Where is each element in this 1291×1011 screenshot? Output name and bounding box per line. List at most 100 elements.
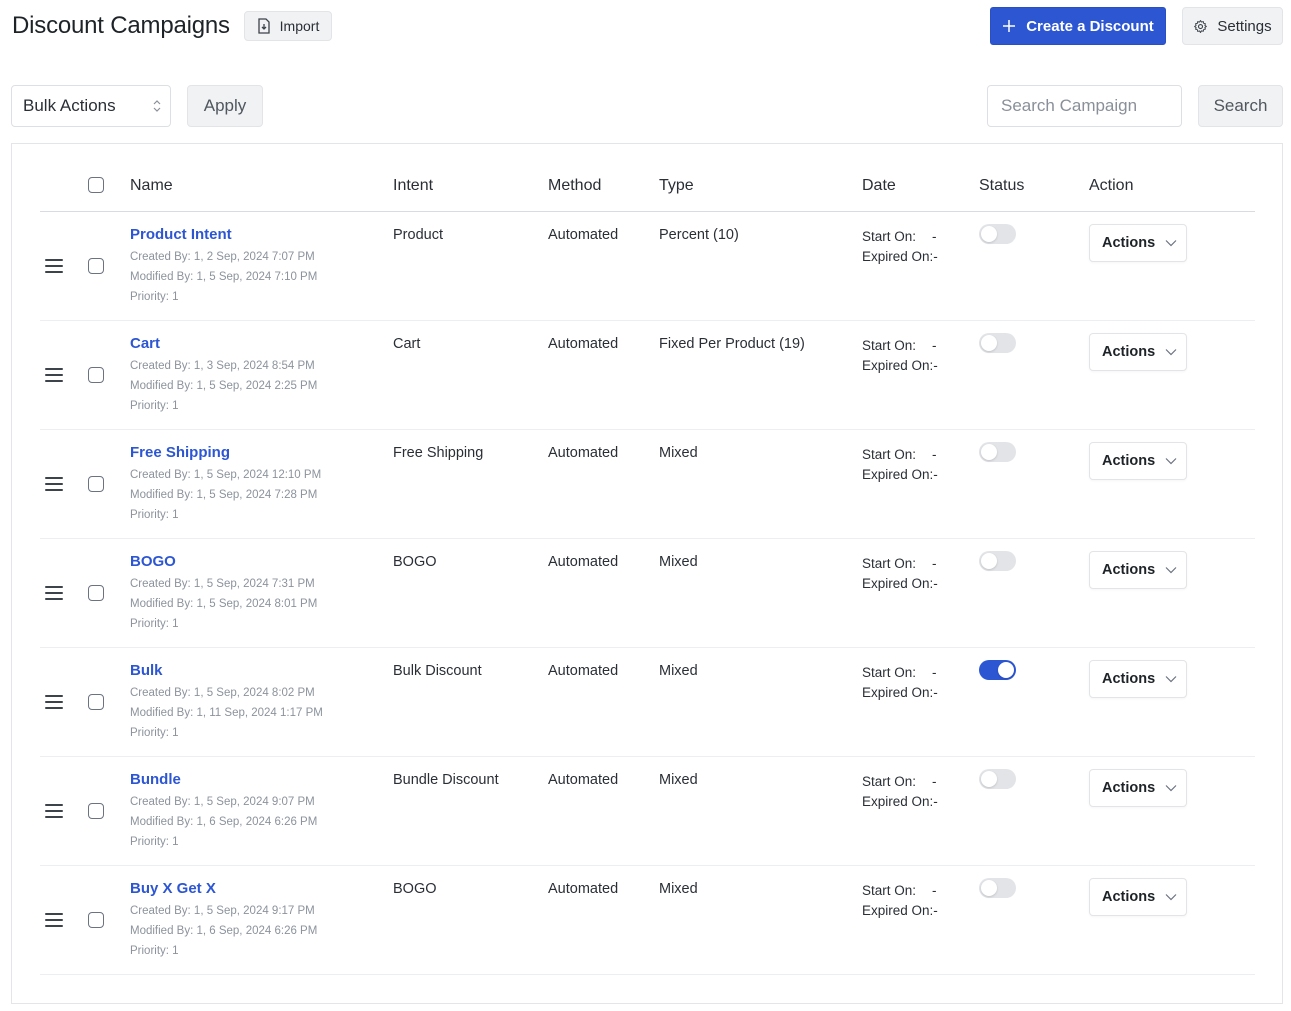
campaign-name-link[interactable]: Buy X Get X <box>130 880 216 897</box>
page-title: Discount Campaigns <box>12 12 230 39</box>
table-row: Bundle Created By: 1, 5 Sep, 2024 9:07 P… <box>40 757 1255 866</box>
campaign-name-link[interactable]: Bundle <box>130 771 181 788</box>
date-cell: Start On: - Expired On:- <box>862 772 938 812</box>
intent-cell: Bundle Discount <box>393 772 499 788</box>
created-by-text: Created By: 1, 5 Sep, 2024 12:10 PM <box>130 469 322 481</box>
priority-text: Priority: 1 <box>130 291 179 303</box>
start-on-label: Start On: <box>862 338 917 353</box>
row-checkbox[interactable] <box>88 258 104 274</box>
actions-label: Actions <box>1102 671 1156 687</box>
row-checkbox[interactable] <box>88 912 104 928</box>
table-header: Name Intent Method Type Date Status Acti… <box>40 144 1255 212</box>
expired-on-label: Expired On: <box>862 467 934 482</box>
apply-button[interactable]: Apply <box>187 85 263 127</box>
drag-handle-icon[interactable] <box>45 586 63 600</box>
chevron-down-icon <box>1165 240 1177 247</box>
actions-dropdown-button[interactable]: Actions <box>1089 551 1187 589</box>
method-cell: Automated <box>548 554 619 570</box>
column-header-name[interactable]: Name <box>130 177 173 195</box>
campaign-name-link[interactable]: Product Intent <box>130 226 232 243</box>
table-row: Buy X Get X Created By: 1, 5 Sep, 2024 9… <box>40 866 1255 975</box>
actions-dropdown-button[interactable]: Actions <box>1089 224 1187 262</box>
priority-text: Priority: 1 <box>130 400 179 412</box>
chevron-down-icon <box>1165 894 1177 901</box>
chevron-down-icon <box>1165 567 1177 574</box>
start-on-label: Start On: <box>862 229 917 244</box>
status-toggle[interactable] <box>979 769 1016 789</box>
row-checkbox[interactable] <box>88 476 104 492</box>
type-cell: Mixed <box>659 445 698 461</box>
type-cell: Mixed <box>659 663 698 679</box>
method-cell: Automated <box>548 336 619 352</box>
actions-label: Actions <box>1102 344 1156 360</box>
date-cell: Start On: - Expired On:- <box>862 336 938 376</box>
search-button[interactable]: Search <box>1198 85 1283 127</box>
type-cell: Percent (10) <box>659 227 739 243</box>
bulk-actions-value: Bulk Actions <box>23 96 116 115</box>
actions-dropdown-button[interactable]: Actions <box>1089 878 1187 916</box>
row-checkbox[interactable] <box>88 803 104 819</box>
modified-by-text: Modified By: 1, 5 Sep, 2024 8:01 PM <box>130 598 318 610</box>
intent-cell: Free Shipping <box>393 445 484 461</box>
settings-label: Settings <box>1217 17 1272 35</box>
start-on-label: Start On: <box>862 883 917 898</box>
method-cell: Automated <box>548 445 619 461</box>
actions-dropdown-button[interactable]: Actions <box>1089 769 1187 807</box>
bulk-actions-select[interactable]: Bulk Actions <box>11 85 171 127</box>
modified-by-text: Modified By: 1, 6 Sep, 2024 6:26 PM <box>130 925 318 937</box>
drag-handle-icon[interactable] <box>45 368 63 382</box>
drag-handle-icon[interactable] <box>45 477 63 491</box>
actions-dropdown-button[interactable]: Actions <box>1089 660 1187 698</box>
created-by-text: Created By: 1, 2 Sep, 2024 7:07 PM <box>130 251 315 263</box>
actions-label: Actions <box>1102 889 1156 905</box>
actions-dropdown-button[interactable]: Actions <box>1089 442 1187 480</box>
status-toggle[interactable] <box>979 224 1016 244</box>
campaign-name-link[interactable]: Bulk <box>130 662 163 679</box>
status-toggle[interactable] <box>979 660 1016 680</box>
table-row: Product Intent Created By: 1, 2 Sep, 202… <box>40 212 1255 321</box>
start-on-label: Start On: <box>862 447 917 462</box>
campaign-name-link[interactable]: Free Shipping <box>130 444 230 461</box>
drag-handle-icon[interactable] <box>45 913 63 927</box>
status-toggle[interactable] <box>979 333 1016 353</box>
actions-label: Actions <box>1102 453 1156 469</box>
import-label: Import <box>279 18 320 34</box>
settings-button[interactable]: Settings <box>1182 7 1283 45</box>
method-cell: Automated <box>548 772 619 788</box>
drag-handle-icon[interactable] <box>45 695 63 709</box>
drag-handle-icon[interactable] <box>45 804 63 818</box>
select-all-checkbox[interactable] <box>88 177 104 193</box>
status-toggle[interactable] <box>979 442 1016 462</box>
expired-on-value: - <box>933 576 938 591</box>
table-row: Bulk Created By: 1, 5 Sep, 2024 8:02 PM … <box>40 648 1255 757</box>
expired-on-label: Expired On: <box>862 358 934 373</box>
search-campaign-input[interactable] <box>987 85 1182 127</box>
actions-dropdown-button[interactable]: Actions <box>1089 333 1187 371</box>
expired-on-label: Expired On: <box>862 794 934 809</box>
status-toggle[interactable] <box>979 551 1016 571</box>
intent-cell: Product <box>393 227 443 243</box>
row-checkbox[interactable] <box>88 585 104 601</box>
create-discount-button[interactable]: Create a Discount <box>990 7 1166 45</box>
toggle-knob <box>981 226 997 242</box>
created-by-text: Created By: 1, 5 Sep, 2024 9:07 PM <box>130 796 315 808</box>
toggle-knob <box>981 444 997 460</box>
created-by-text: Created By: 1, 3 Sep, 2024 8:54 PM <box>130 360 315 372</box>
toggle-knob <box>981 335 997 351</box>
status-toggle[interactable] <box>979 878 1016 898</box>
date-cell: Start On: - Expired On:- <box>862 554 938 594</box>
row-checkbox[interactable] <box>88 694 104 710</box>
column-header-method: Method <box>548 177 602 194</box>
method-cell: Automated <box>548 881 619 897</box>
file-import-icon <box>258 18 270 34</box>
campaign-name-link[interactable]: Cart <box>130 335 160 352</box>
actions-label: Actions <box>1102 780 1156 796</box>
campaign-name-link[interactable]: BOGO <box>130 553 176 570</box>
toggle-knob <box>981 880 997 896</box>
expired-on-value: - <box>933 358 938 373</box>
import-button[interactable]: Import <box>244 11 332 41</box>
row-checkbox[interactable] <box>88 367 104 383</box>
chevron-down-icon <box>1165 785 1177 792</box>
drag-handle-icon[interactable] <box>45 259 63 273</box>
modified-by-text: Modified By: 1, 5 Sep, 2024 2:25 PM <box>130 380 318 392</box>
